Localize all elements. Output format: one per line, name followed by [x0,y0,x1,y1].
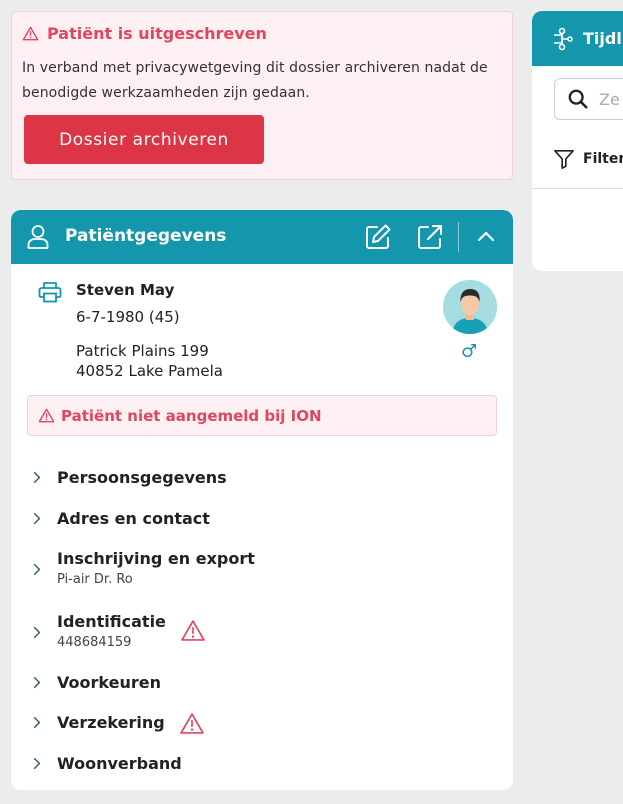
ion-alert-text: Patiënt niet aangemeld bij ION [61,406,322,425]
avatar [443,280,497,334]
chevron-right-icon [33,716,41,729]
section-voorkeuren[interactable]: Voorkeuren [31,673,161,692]
section-persoonsgegevens[interactable]: Persoonsgegevens [31,468,227,487]
filter-button[interactable]: Filter [553,149,623,169]
timeline-header: Tijdl [532,11,623,66]
section-label: Adres en contact [57,509,210,528]
chevron-right-icon [33,512,41,525]
male-gender-icon: ♂ [461,341,478,362]
section-label: Woonverband [57,754,182,773]
section-identificatie[interactable]: Identificatie 448684159 [31,612,206,650]
section-label: Voorkeuren [57,673,161,692]
patient-address-line1: Patrick Plains 199 [76,342,209,360]
alert-title: Patiënt is uitgeschreven [22,24,267,43]
patient-panel: Patiëntgegevens Steven May 6-7-1980 (45)… [11,210,513,790]
timeline-panel: Tijdl Ze Filter [532,11,623,271]
section-inschrijving-en-export[interactable]: Inschrijving en export Pi-air Dr. Ro [31,549,255,587]
section-adres-en-contact[interactable]: Adres en contact [31,509,210,528]
alert-message: In verband met privacywetgeving dit doss… [22,60,488,101]
section-label: Persoonsgegevens [57,468,227,487]
section-label: Identificatie [57,612,166,631]
filter-label: Filter [583,151,623,167]
discharge-alert: Patiënt is uitgeschreven In verband met … [11,11,513,180]
divider [532,188,623,189]
warning-icon [38,408,55,423]
section-sublabel: 448684159 [57,635,132,650]
ion-alert: Patiënt niet aangemeld bij ION [27,395,497,436]
chevron-right-icon [33,471,41,484]
search-icon [568,89,588,109]
timeline-search-input[interactable]: Ze [554,78,623,120]
chevron-right-icon [33,563,41,576]
section-woonverband[interactable]: Woonverband [31,754,182,773]
archive-dossier-button[interactable]: Dossier archiveren [24,115,264,164]
user-icon [27,225,49,249]
patient-panel-header: Patiëntgegevens [11,210,513,264]
section-sublabel: Pi-air Dr. Ro [57,572,133,587]
printer-icon[interactable] [38,281,62,303]
chevron-right-icon [33,676,41,689]
header-divider [458,222,459,252]
external-link-icon[interactable] [416,223,444,251]
filter-icon [554,150,574,169]
chevron-right-icon [33,757,41,770]
section-label: Verzekering [57,713,165,732]
edit-icon[interactable] [364,223,392,251]
section-verzekering[interactable]: Verzekering [31,713,205,735]
warning-icon [181,620,205,641]
patient-dob: 6-7-1980 (45) [76,308,180,326]
timeline-icon [554,27,573,50]
alert-title-text: Patiënt is uitgeschreven [47,24,267,43]
patient-address-line2: 40852 Lake Pamela [76,362,223,380]
section-label: Inschrijving en export [57,549,255,568]
patient-panel-title: Patiëntgegevens [65,226,227,246]
search-placeholder: Ze [599,89,620,109]
warning-icon [179,713,204,734]
patient-name: Steven May [76,281,175,299]
avatar-image [443,280,497,334]
warning-icon [22,26,39,41]
chevron-right-icon [33,626,41,639]
chevron-up-icon[interactable] [475,226,497,248]
timeline-title: Tijdl [583,29,622,48]
